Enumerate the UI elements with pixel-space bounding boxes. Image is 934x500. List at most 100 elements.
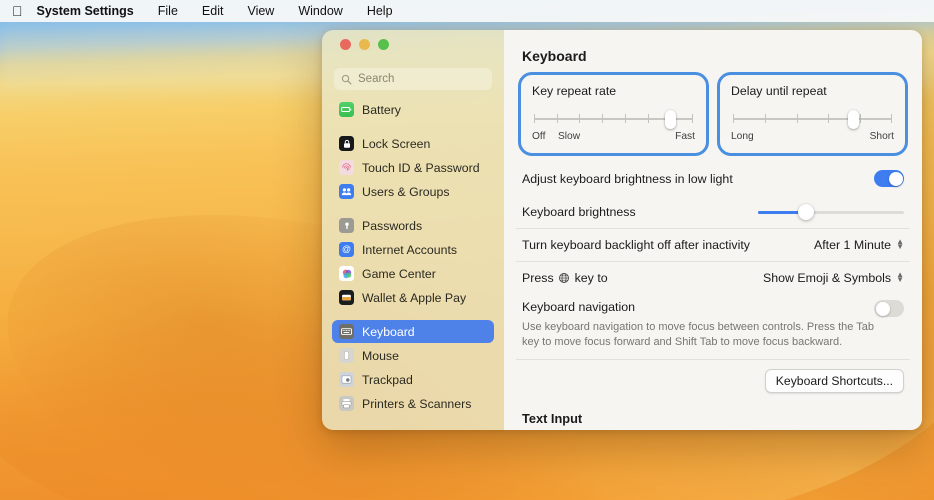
users-icon [339, 184, 354, 199]
toggle-knob [876, 302, 890, 316]
system-settings-window: Battery Lock Screen [322, 30, 922, 430]
sidebar-item-label: Battery [362, 103, 401, 117]
globe-icon [558, 272, 570, 284]
keyboard-navigation-label: Keyboard navigation [522, 300, 874, 314]
sidebar-item-label: Keyboard [362, 325, 415, 339]
sidebar-item-label: Touch ID & Password [362, 161, 480, 175]
press-label-before: Press [522, 271, 554, 285]
window-traffic-lights [332, 30, 494, 58]
slider-tick [733, 114, 734, 123]
press-globe-key-value: Show Emoji & Symbols [763, 271, 891, 285]
press-globe-key-dropdown[interactable]: Show Emoji & Symbols ▲▼ [763, 271, 904, 285]
keyboard-icon [339, 324, 354, 339]
slider-label-off: Off [532, 131, 545, 142]
menu-item-help[interactable]: Help [355, 4, 405, 18]
adjust-keyboard-brightness-toggle[interactable] [874, 170, 904, 187]
sidebar-item-lock-screen[interactable]: Lock Screen [332, 132, 494, 155]
menu-item-system-settings[interactable]: System Settings [35, 4, 146, 18]
chevron-updown-icon: ▲▼ [896, 240, 904, 250]
sidebar-item-wallet-apple-pay[interactable]: Wallet & Apple Pay [332, 286, 494, 309]
slider-tick [648, 114, 649, 123]
lock-icon [339, 136, 354, 151]
sidebar-item-label: Wallet & Apple Pay [362, 291, 466, 305]
trackpad-icon [339, 372, 354, 387]
slider-thumb[interactable] [848, 110, 859, 129]
sidebar-group-separator [332, 310, 494, 320]
chevron-updown-icon: ▲▼ [896, 273, 904, 283]
keyboard-navigation-toggle[interactable] [874, 300, 904, 317]
key-repeat-rate-label: Key repeat rate [532, 84, 695, 98]
menu-item-view[interactable]: View [235, 4, 286, 18]
slider-tick [797, 114, 798, 123]
sidebar-item-touch-id-password[interactable]: Touch ID & Password [332, 156, 494, 179]
printer-icon [339, 396, 354, 411]
slider-tick [557, 114, 558, 123]
keyboard-shortcuts-row: Keyboard Shortcuts... [516, 359, 910, 393]
menu-bar:  System Settings File Edit View Window … [0, 0, 934, 22]
adjust-keyboard-brightness-label: Adjust keyboard brightness in low light [522, 172, 874, 186]
keyboard-brightness-slider[interactable] [758, 203, 904, 221]
delay-until-repeat-card: Delay until repeat Long Short [717, 72, 908, 156]
detail-pane: Keyboard Key repeat rate [504, 30, 922, 430]
zoom-button[interactable] [378, 39, 389, 50]
slider-label-fast: Fast [675, 131, 695, 142]
sidebar-item-label: Internet Accounts [362, 243, 457, 257]
at-sign-icon: @ [339, 242, 354, 257]
apple-logo-icon[interactable]:  [10, 4, 35, 18]
page-title: Keyboard [504, 30, 922, 64]
slider-tick [891, 114, 892, 123]
search-input[interactable] [358, 73, 485, 85]
minimize-button[interactable] [359, 39, 370, 50]
sidebar-item-game-center[interactable]: Game Center [332, 262, 494, 285]
key-repeat-rate-slider[interactable] [534, 112, 693, 126]
sidebar-item-label: Printers & Scanners [362, 397, 471, 411]
mouse-icon [339, 348, 354, 363]
wallet-icon [339, 290, 354, 305]
slider-label-slow: Slow [558, 131, 580, 142]
close-button[interactable] [340, 39, 351, 50]
password-key-icon [339, 218, 354, 233]
sidebar-item-users-groups[interactable]: Users & Groups [332, 180, 494, 203]
sidebar-group-separator [332, 122, 494, 132]
sidebar-item-battery[interactable]: Battery [332, 98, 494, 121]
slider-tick [534, 114, 535, 123]
keyboard-brightness-row: Keyboard brightness [516, 195, 910, 228]
sidebar-item-passwords[interactable]: Passwords [332, 214, 494, 237]
search-field[interactable] [334, 68, 492, 90]
backlight-inactivity-dropdown[interactable]: After 1 Minute ▲▼ [814, 238, 904, 252]
game-center-icon [339, 266, 354, 281]
slider-label-short: Short [870, 131, 894, 142]
keyboard-navigation-section: Keyboard navigation Use keyboard navigat… [516, 294, 910, 350]
slider-tick [765, 114, 766, 123]
sidebar-item-internet-accounts[interactable]: @ Internet Accounts [332, 238, 494, 261]
battery-icon [339, 102, 354, 117]
repeat-settings-row: Key repeat rate Off [516, 72, 910, 156]
keyboard-shortcuts-button[interactable]: Keyboard Shortcuts... [765, 369, 904, 393]
slider-tick [602, 114, 603, 123]
key-repeat-rate-scale-labels: Off Slow Fast [532, 131, 695, 145]
slider-thumb[interactable] [665, 110, 676, 129]
toggle-knob [889, 172, 903, 186]
menu-item-edit[interactable]: Edit [190, 4, 236, 18]
slider-tick [860, 114, 861, 123]
sidebar-item-label: Game Center [362, 267, 436, 281]
sidebar-item-keyboard[interactable]: Keyboard [332, 320, 494, 343]
backlight-inactivity-row: Turn keyboard backlight off after inacti… [516, 228, 910, 261]
slider-label-long: Long [731, 131, 754, 142]
slider-knob[interactable] [798, 204, 814, 220]
sidebar-nav-list: Battery Lock Screen [332, 98, 494, 430]
delay-until-repeat-slider[interactable] [733, 112, 892, 126]
press-label-after: key to [575, 271, 608, 285]
slider-track [733, 118, 892, 120]
press-globe-key-label: Press key to [522, 271, 763, 285]
sidebar-item-label: Lock Screen [362, 137, 430, 151]
sidebar-item-mouse[interactable]: Mouse [332, 344, 494, 367]
delay-until-repeat-scale-labels: Long Short [731, 131, 894, 145]
text-input-heading: Text Input [516, 393, 910, 426]
press-globe-key-row: Press key to Show Emoji & Symbols ▲▼ [516, 261, 910, 294]
sidebar-item-printers-scanners[interactable]: Printers & Scanners [332, 392, 494, 415]
detail-content: Key repeat rate Off [516, 72, 910, 430]
menu-item-file[interactable]: File [146, 4, 190, 18]
sidebar-item-trackpad[interactable]: Trackpad [332, 368, 494, 391]
menu-item-window[interactable]: Window [286, 4, 354, 18]
